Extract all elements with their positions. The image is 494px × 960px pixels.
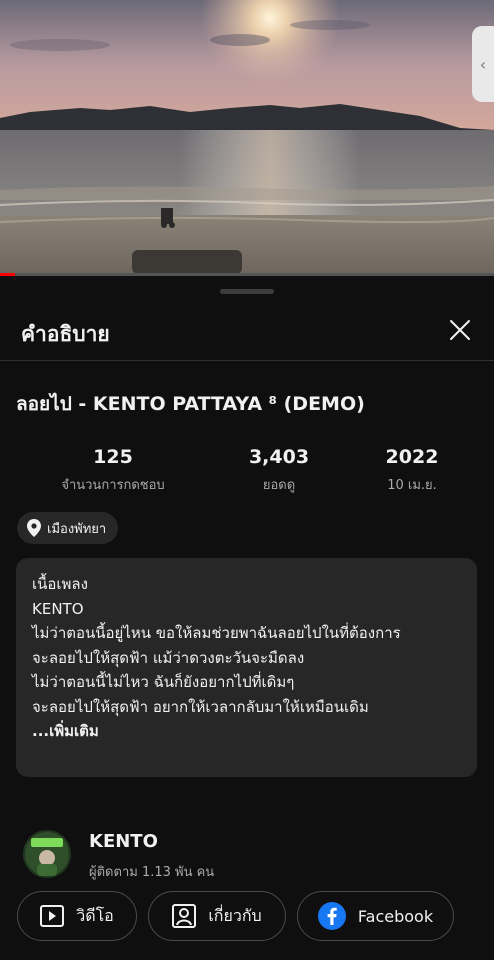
about-button[interactable]: เกี่ยวกับ (148, 891, 286, 941)
video-player[interactable]: ‹ (0, 0, 494, 276)
description-line: KENTO (32, 599, 84, 618)
chevron-left-icon: ‹ (479, 54, 487, 74)
likes-stat: 125 จำนวนการกดชอบ (33, 446, 193, 495)
facebook-button[interactable]: Facebook (297, 891, 454, 941)
location-pin-icon (27, 519, 41, 537)
about-label: เกี่ยวกับ (208, 905, 262, 925)
show-more-link[interactable]: ...เพิ่มเติม (32, 719, 461, 744)
channel-row[interactable]: KENTO ผู้ติดตาม 1.13 พัน คน (0, 826, 494, 886)
person-icon (172, 904, 197, 928)
video-play-icon (40, 905, 65, 927)
videos-button[interactable]: วิดีโอ (17, 891, 137, 941)
channel-avatar-image (23, 830, 71, 878)
publish-year: 2022 (385, 446, 439, 468)
publish-date: 10 เม.ย. (387, 478, 437, 493)
panel-title: คำอธิบาย (21, 322, 110, 346)
location-chip[interactable]: เมืองพัทยา (17, 512, 119, 544)
avatar[interactable] (23, 830, 71, 878)
description-line: เนื้อเพลง (32, 575, 88, 593)
description-line: จะลอยไปให้สุดฟ้า แม้ว่าดวงตะวันจะมืดลง (32, 648, 305, 667)
location-label: เมืองพัทยา (47, 521, 107, 537)
description-panel: คำอธิบาย ลอยไป - KENTO PATTAYA ⁸ (DEMO) … (0, 276, 494, 960)
panel-header: คำอธิบาย (0, 306, 494, 361)
videos-label: วิดีโอ (76, 905, 114, 925)
side-panel-handle[interactable]: ‹ (472, 26, 494, 102)
stats-row: 125 จำนวนการกดชอบ 3,403 ยอดดู 2022 10 เม… (0, 446, 494, 496)
likes-count: 125 (93, 446, 133, 468)
description-box[interactable]: เนื้อเพลง KENTO ไม่ว่าตอนนี้อยู่ไหน ขอให… (16, 558, 477, 777)
video-frame-sunset-beach (0, 0, 494, 276)
facebook-icon (317, 902, 346, 930)
description-line: ไม่ว่าตอนนี้ไม่ไหว ฉันก็ยังอยากไปที่เดิม… (32, 673, 295, 691)
description-line: ไม่ว่าตอนนี้อยู่ไหน ขอให้ลมช่วยพาฉันลอยไ… (32, 624, 401, 642)
close-button[interactable] (444, 314, 476, 346)
date-stat: 2022 10 เม.ย. (332, 446, 492, 495)
description-line: จะลอยไปให้สุดฟ้า อยากให้เวลากลับมาให้เหม… (32, 697, 369, 716)
facebook-label: Facebook (357, 906, 434, 926)
video-title: ลอยไป - KENTO PATTAYA ⁸ (DEMO) (16, 393, 365, 415)
drag-handle[interactable] (220, 289, 274, 294)
channel-buttons: วิดีโอ เกี่ยวกับ Facebook (0, 891, 494, 941)
channel-name[interactable]: KENTO (89, 831, 158, 852)
likes-label: จำนวนการกดชอบ (61, 478, 165, 493)
subscriber-count: ผู้ติดตาม 1.13 พัน คน (89, 865, 215, 880)
close-icon (450, 320, 470, 340)
